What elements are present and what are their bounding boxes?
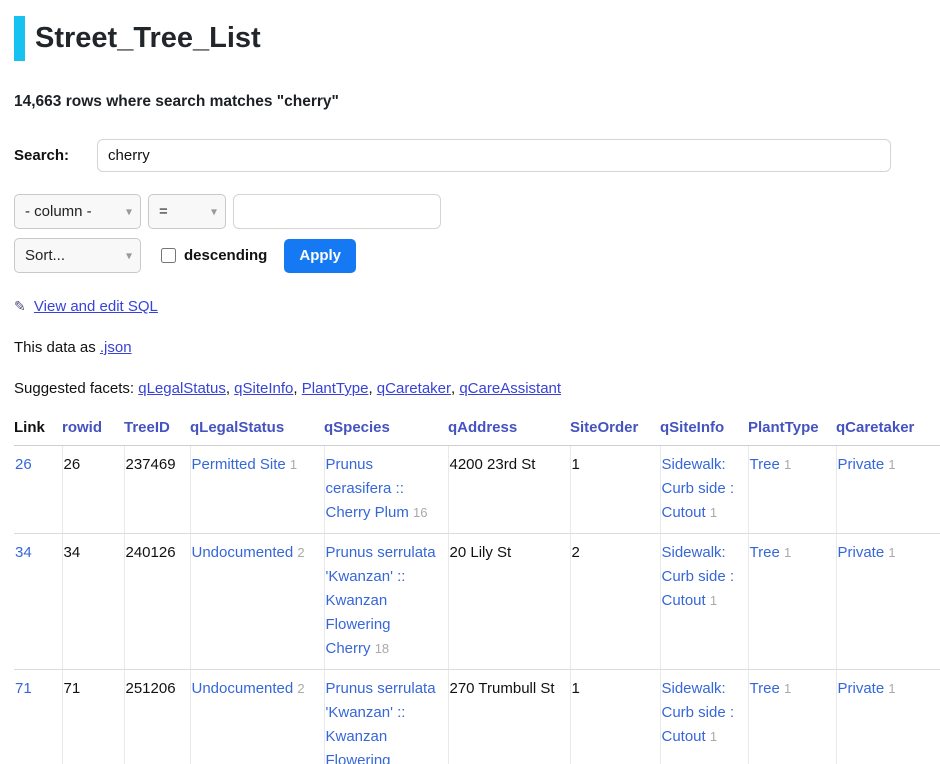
cell-qaddress: 4200 23rd St [448, 446, 570, 534]
cell-planttype: Tree 1 [748, 534, 836, 670]
table-row: 34 34 240126 Undocumented 2 Prunus serru… [14, 534, 940, 670]
suggested-facets-line: Suggested facets: qLegalStatusqSiteInfoP… [14, 380, 926, 397]
cell-planttype: Tree 1 [748, 446, 836, 534]
accent-bar [14, 16, 25, 61]
cell-qaddress: 270 Trumbull St [448, 670, 570, 764]
col-header-rowid: rowid [62, 419, 124, 446]
cell-qsiteinfo: Sidewalk: Curb side : Cutout 1 [660, 534, 748, 670]
filter-row: - column - ▾ = ▾ [14, 194, 926, 229]
descending-checkbox[interactable] [161, 248, 176, 263]
cell-siteorder: 2 [570, 534, 660, 670]
facet-link-planttype[interactable]: PlantType [302, 380, 377, 397]
cell-qcaretaker: Private 1 [836, 670, 940, 764]
cell-link: 34 [14, 534, 62, 670]
json-link[interactable]: .json [100, 339, 132, 356]
page-title: Street_Tree_List [35, 16, 261, 61]
facet-link-qsiteinfo[interactable]: qSiteInfo [234, 380, 302, 397]
cell-qsiteinfo: Sidewalk: Curb side : Cutout 1 [660, 446, 748, 534]
facet-link-qcareassistant[interactable]: qCareAssistant [459, 380, 561, 397]
table-row: 71 71 251206 Undocumented 2 Prunus serru… [14, 670, 940, 764]
column-select[interactable]: - column - [14, 194, 141, 229]
cell-qcaretaker: Private 1 [836, 446, 940, 534]
col-header-treeid: TreeID [124, 419, 190, 446]
row-count-text: 14,663 rows where search matches "cherry… [14, 93, 926, 111]
cell-siteorder: 1 [570, 446, 660, 534]
descending-label: descending [184, 247, 267, 264]
facet-link-qlegalstatus[interactable]: qLegalStatus [138, 380, 234, 397]
view-edit-sql-link[interactable]: View and edit SQL [34, 298, 158, 315]
operator-select-wrap: = ▾ [148, 194, 226, 229]
col-header-qlegalstatus: qLegalStatus [190, 419, 324, 446]
cell-rowid: 71 [62, 670, 124, 764]
apply-button[interactable]: Apply [284, 239, 356, 273]
operator-select[interactable]: = [148, 194, 226, 229]
table-row: 26 26 237469 Permitted Site 1 Prunus cer… [14, 446, 940, 534]
cell-qlegalstatus: Permitted Site 1 [190, 446, 324, 534]
cell-qspecies: Prunus serrulata 'Kwanzan' :: Kwanzan Fl… [324, 534, 448, 670]
col-header-planttype: PlantType [748, 419, 836, 446]
cell-treeid: 237469 [124, 446, 190, 534]
cell-qcaretaker: Private 1 [836, 534, 940, 670]
cell-link: 71 [14, 670, 62, 764]
col-header-siteorder: SiteOrder [570, 419, 660, 446]
cell-qspecies: Prunus cerasifera :: Cherry Plum 16 [324, 446, 448, 534]
page-header: Street_Tree_List [14, 16, 926, 61]
cell-qlegalstatus: Undocumented 2 [190, 534, 324, 670]
sql-line: ✎ View and edit SQL [14, 298, 926, 315]
data-as-prefix: This data as [14, 339, 100, 356]
col-header-qsiteinfo: qSiteInfo [660, 419, 748, 446]
cell-qsiteinfo: Sidewalk: Curb side : Cutout 1 [660, 670, 748, 764]
search-form: Search: [14, 139, 926, 172]
filter-value-input[interactable] [233, 194, 441, 229]
facets-prefix: Suggested facets: [14, 380, 138, 397]
col-header-qcaretaker: qCaretaker [836, 419, 940, 446]
pencil-icon: ✎ [14, 298, 26, 314]
cell-qspecies: Prunus serrulata 'Kwanzan' :: Kwanzan Fl… [324, 670, 448, 764]
cell-rowid: 26 [62, 446, 124, 534]
cell-siteorder: 1 [570, 670, 660, 764]
cell-treeid: 240126 [124, 534, 190, 670]
facet-link-qcaretaker[interactable]: qCaretaker [377, 380, 460, 397]
cell-rowid: 34 [62, 534, 124, 670]
sort-select-wrap: Sort... ▾ [14, 238, 141, 273]
col-header-link: Link [14, 419, 62, 446]
sort-row: Sort... ▾ descending Apply [14, 238, 926, 273]
cell-qaddress: 20 Lily St [448, 534, 570, 670]
search-label: Search: [14, 147, 69, 164]
sort-select[interactable]: Sort... [14, 238, 141, 273]
column-select-wrap: - column - ▾ [14, 194, 141, 229]
col-header-qaddress: qAddress [448, 419, 570, 446]
table-header-row: Link rowid TreeID qLegalStatus qSpecies … [14, 419, 940, 446]
col-header-qspecies: qSpecies [324, 419, 448, 446]
results-table: Link rowid TreeID qLegalStatus qSpecies … [14, 419, 940, 764]
cell-qlegalstatus: Undocumented 2 [190, 670, 324, 764]
cell-treeid: 251206 [124, 670, 190, 764]
cell-planttype: Tree 1 [748, 670, 836, 764]
cell-link: 26 [14, 446, 62, 534]
search-input[interactable] [97, 139, 891, 172]
data-as-line: This data as .json [14, 339, 926, 356]
